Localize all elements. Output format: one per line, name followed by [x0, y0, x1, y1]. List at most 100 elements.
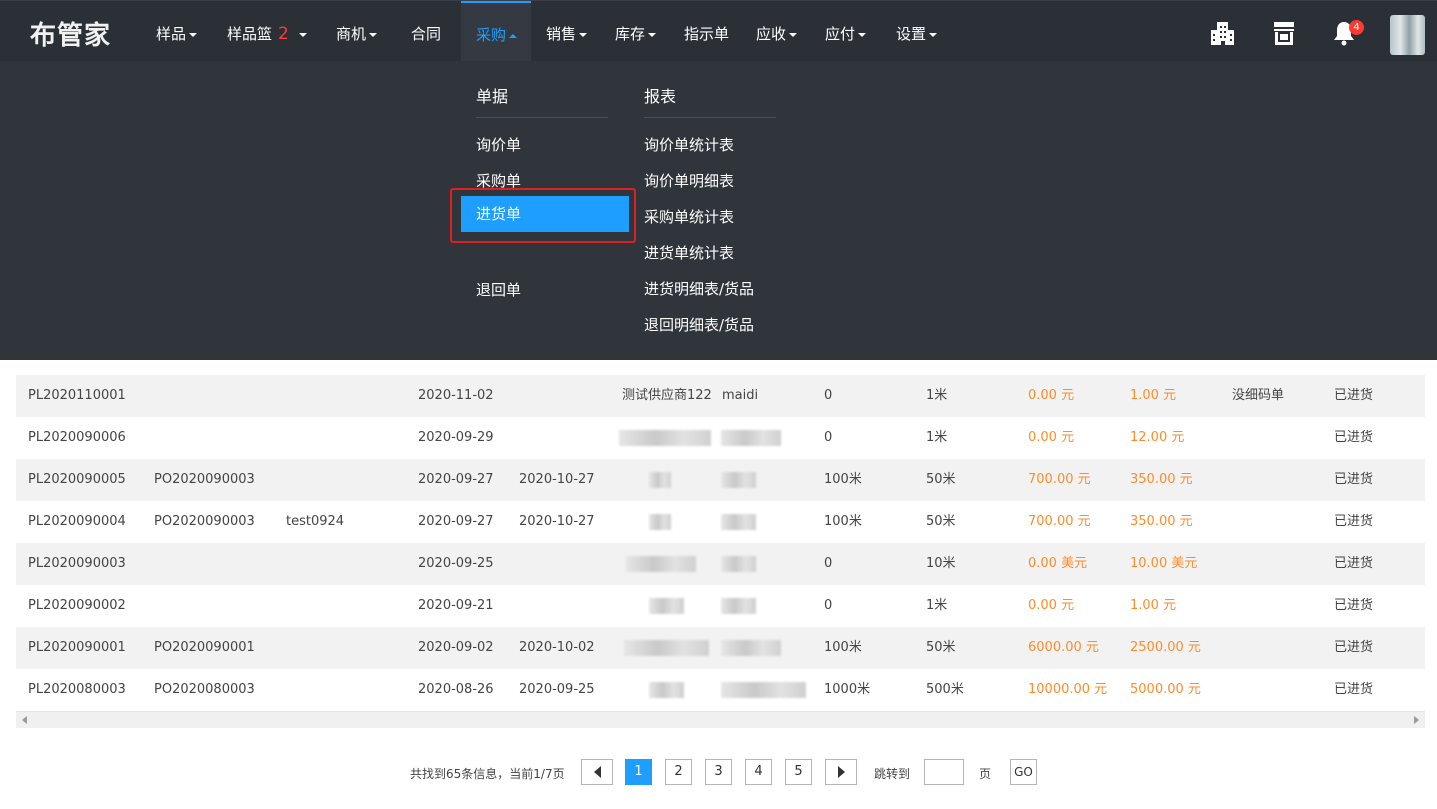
table-row[interactable]: PL2020090002 2020-09-21 0 1米 0.00 元 1.00 元 已进货: [16, 585, 1425, 627]
cell-note: 没细码单: [1232, 388, 1285, 403]
scroll-right-icon[interactable]: [1414, 716, 1419, 724]
page-button-1[interactable]: 1: [625, 759, 652, 785]
documents-section-title: 单据: [476, 83, 608, 118]
redacted-text: [721, 430, 781, 446]
redacted-text: [721, 640, 781, 656]
cell-qty2: 1米: [926, 598, 948, 613]
redacted-text: [626, 556, 696, 572]
cell-no[interactable]: PL2020090003: [28, 543, 126, 585]
redacted-text: [624, 640, 709, 656]
menu-item-inquiry[interactable]: 询价单: [476, 134, 521, 155]
cell-po: PO2020080003: [154, 682, 255, 697]
redacted-text: [721, 598, 756, 614]
cell-amt1: 10000.00 元: [1028, 682, 1108, 697]
cell-status: 已进货: [1334, 430, 1374, 445]
nav-label: 指示单: [684, 25, 730, 43]
nav-item-4[interactable]: 采购: [461, 1, 531, 61]
chevron-down-icon: [648, 32, 657, 37]
nav-item-8[interactable]: 应收: [756, 1, 798, 61]
store-icon[interactable]: [1270, 19, 1298, 47]
cell-supplier: 测试供应商122: [622, 388, 712, 403]
page-button-3[interactable]: 3: [705, 759, 732, 785]
cell-no[interactable]: PL2020110001: [28, 375, 126, 417]
cell-no[interactable]: PL2020090002: [28, 585, 126, 627]
cell-qty2: 10米: [926, 556, 956, 571]
prev-page-button[interactable]: [581, 759, 613, 785]
cell-qty2: 500米: [926, 682, 964, 697]
horizontal-scrollbar[interactable]: [16, 711, 1425, 728]
scroll-left-icon[interactable]: [22, 716, 27, 724]
cell-qty2: 1米: [926, 430, 948, 445]
redacted-text: [721, 556, 756, 572]
menu-item-receipt-stats[interactable]: 进货单统计表: [644, 242, 734, 263]
nav-item-2[interactable]: 商机: [336, 1, 378, 61]
menu-item-purchase-stats[interactable]: 采购单统计表: [644, 206, 734, 227]
cell-qty2: 50米: [926, 514, 956, 529]
cell-no[interactable]: PL2020090001: [28, 627, 126, 669]
cell-status: 已进货: [1334, 598, 1374, 613]
table-row[interactable]: PL2020080003 PO2020080003 2020-08-26 2020-0…: [16, 669, 1425, 711]
cell-status: 已进货: [1334, 388, 1374, 403]
cell-ref: test0924: [286, 514, 345, 529]
nav-label: 设置: [896, 25, 927, 43]
table-row[interactable]: PL2020110001 2020-11-02 测试供应商122 maidi 0 1米 0.…: [16, 375, 1425, 417]
cell-amt1: 0.00 元: [1028, 430, 1075, 445]
app-logo[interactable]: 布管家: [30, 15, 111, 52]
table-row[interactable]: PL2020090001 PO2020090001 2020-09-02 2020-1…: [16, 627, 1425, 669]
cell-qty1: 0: [824, 556, 833, 571]
cell-no[interactable]: PL2020090006: [28, 417, 126, 459]
nav-item-7[interactable]: 指示单: [684, 1, 729, 61]
go-button[interactable]: GO: [1010, 759, 1037, 785]
chevron-down-icon: [789, 32, 798, 37]
redacted-text: [721, 682, 806, 698]
cell-no[interactable]: PL2020090004: [28, 501, 126, 543]
building-icon[interactable]: [1208, 19, 1236, 47]
nav-item-5[interactable]: 销售: [546, 1, 588, 61]
cell-date: 2020-11-02: [418, 388, 494, 403]
cell-amt2: 350.00 元: [1130, 472, 1193, 487]
page-button-2[interactable]: 2: [665, 759, 692, 785]
cell-due: 2020-10-27: [519, 514, 595, 529]
menu-item-inquiry-detail[interactable]: 询价单明细表: [644, 170, 734, 191]
cell-status: 已进货: [1334, 472, 1374, 487]
cell-po: PO2020090003: [154, 514, 255, 529]
jump-page-input[interactable]: [924, 759, 964, 785]
user-avatar[interactable]: [1390, 15, 1425, 55]
menu-item-inquiry-stats[interactable]: 询价单统计表: [644, 134, 734, 155]
menu-item-return-detail-goods[interactable]: 退回明细表/货品: [644, 314, 754, 335]
prev-arrow-icon: [593, 765, 601, 778]
nav-item-10[interactable]: 设置: [896, 1, 938, 61]
nav-label: 应付: [825, 25, 856, 43]
nav-item-9[interactable]: 应付: [825, 1, 867, 61]
next-page-button[interactable]: [825, 759, 857, 785]
nav-item-3[interactable]: 合同: [411, 1, 441, 61]
cell-no[interactable]: PL2020090005: [28, 459, 126, 501]
page-button-4[interactable]: 4: [745, 759, 772, 785]
menu-item-return[interactable]: 退回单: [476, 279, 521, 300]
cell-no[interactable]: PL2020080003: [28, 669, 126, 711]
cell-status: 已进货: [1334, 556, 1374, 571]
nav-label: 销售: [546, 25, 577, 43]
nav-item-0[interactable]: 样品: [156, 1, 198, 61]
cell-date: 2020-09-27: [418, 514, 494, 529]
table-row[interactable]: PL2020090005 PO2020090003 2020-09-27 2020-1…: [16, 459, 1425, 501]
table-row[interactable]: PL2020090003 2020-09-25 0 10米 0.00 美元 10.00 美…: [16, 543, 1425, 585]
table-row[interactable]: PL2020090004 PO2020090003 test0924 2020-09-…: [16, 501, 1425, 543]
nav-label: 采购: [476, 26, 507, 44]
nav-item-6[interactable]: 库存: [615, 1, 657, 61]
menu-item-receipt-detail-goods[interactable]: 进货明细表/货品: [644, 278, 754, 299]
cell-amt2: 12.00 元: [1130, 430, 1185, 445]
jump-to-label: 跳转到: [874, 767, 911, 781]
cell-due: 2020-09-25: [519, 682, 595, 697]
cell-amt2: 350.00 元: [1130, 514, 1193, 529]
cell-handler: maidi: [722, 388, 759, 403]
page-button-5[interactable]: 5: [785, 759, 812, 785]
menu-item-goods-receipt[interactable]: 进货单: [461, 196, 629, 232]
table-row[interactable]: PL2020090006 2020-09-29 0 1米 0.00 元 12.00 元 已进…: [16, 417, 1425, 459]
cell-qty2: 50米: [926, 640, 956, 655]
cell-due: 2020-10-02: [519, 640, 595, 655]
nav-item-1[interactable]: 样品篮 2: [227, 1, 307, 61]
menu-item-purchase-order[interactable]: 采购单: [476, 170, 521, 191]
cell-date: 2020-09-21: [418, 598, 494, 613]
cell-date: 2020-08-26: [418, 682, 494, 697]
